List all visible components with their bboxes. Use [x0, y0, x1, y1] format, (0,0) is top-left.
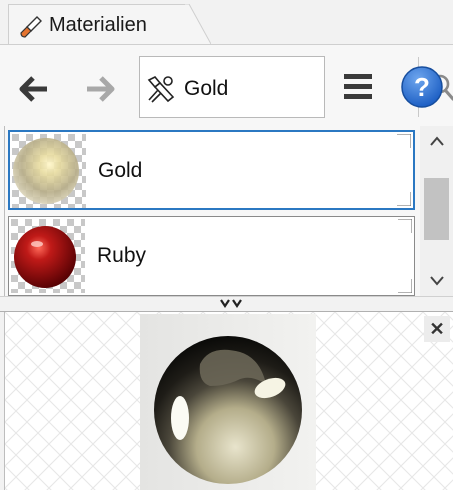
scroll-down-button[interactable]	[420, 268, 453, 294]
gold-material-thumbnail	[12, 134, 86, 208]
material-name: Ruby	[97, 244, 147, 267]
chevron-down-icon	[429, 276, 444, 286]
tab-label: Materialien	[49, 14, 147, 36]
list-item-gold[interactable]: Gold	[8, 130, 415, 210]
double-chevron-down-icon	[220, 299, 242, 308]
close-preview-button[interactable]: ✕	[424, 316, 450, 342]
help-icon[interactable]: ?	[400, 65, 444, 109]
arrow-right-icon	[87, 76, 115, 102]
close-icon: ✕	[429, 318, 445, 339]
material-name: Gold	[98, 159, 143, 182]
list-scrollbar[interactable]	[420, 126, 453, 296]
forward-button[interactable]	[80, 72, 120, 106]
scroll-up-button[interactable]	[420, 128, 453, 154]
toolbar: Gold ?	[0, 44, 453, 126]
help-glyph: ?	[414, 72, 430, 102]
material-icon	[147, 76, 175, 103]
corner-marker	[398, 219, 412, 233]
panel-tabstrip: Materialien	[0, 0, 453, 44]
material-preview-pane: ✕	[0, 312, 453, 490]
paint-brush-icon	[20, 16, 42, 38]
scroll-thumb[interactable]	[424, 178, 449, 240]
tab-materials[interactable]: Materialien	[8, 4, 186, 44]
ruby-material-thumbnail	[11, 219, 85, 293]
material-list: Gold Ruby	[0, 126, 453, 298]
chevron-up-icon	[429, 136, 444, 146]
tab-edge	[185, 4, 211, 44]
search-value: Gold	[184, 77, 229, 100]
arrow-left-icon	[19, 76, 47, 102]
material-search-field[interactable]: Gold	[139, 56, 453, 118]
back-button[interactable]	[14, 72, 54, 106]
gold-sphere-preview	[140, 314, 316, 490]
corner-marker	[398, 279, 412, 293]
corner-marker	[397, 134, 411, 148]
corner-marker	[397, 192, 411, 206]
preview-splitter[interactable]	[0, 296, 453, 312]
list-item-ruby[interactable]: Ruby	[8, 216, 415, 296]
hamburger-menu-icon[interactable]	[338, 69, 378, 105]
